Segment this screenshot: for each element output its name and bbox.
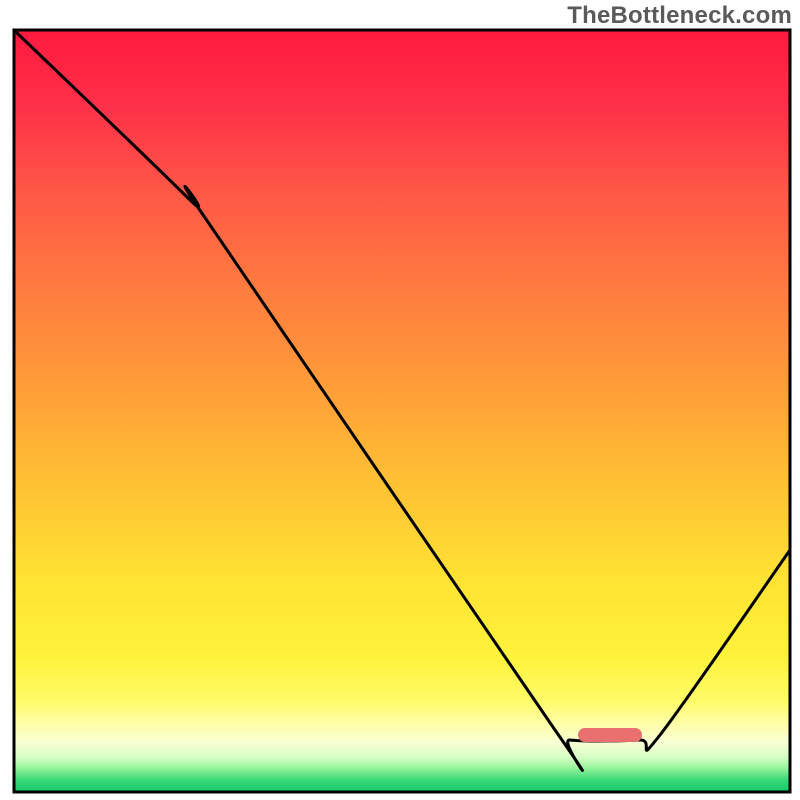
- optimal-marker: [578, 728, 642, 742]
- gradient-background: [14, 30, 790, 792]
- bottleneck-chart: [0, 0, 800, 800]
- watermark-text: TheBottleneck.com: [567, 2, 792, 30]
- chart-container: { "watermark": "TheBottleneck.com", "cha…: [0, 0, 800, 800]
